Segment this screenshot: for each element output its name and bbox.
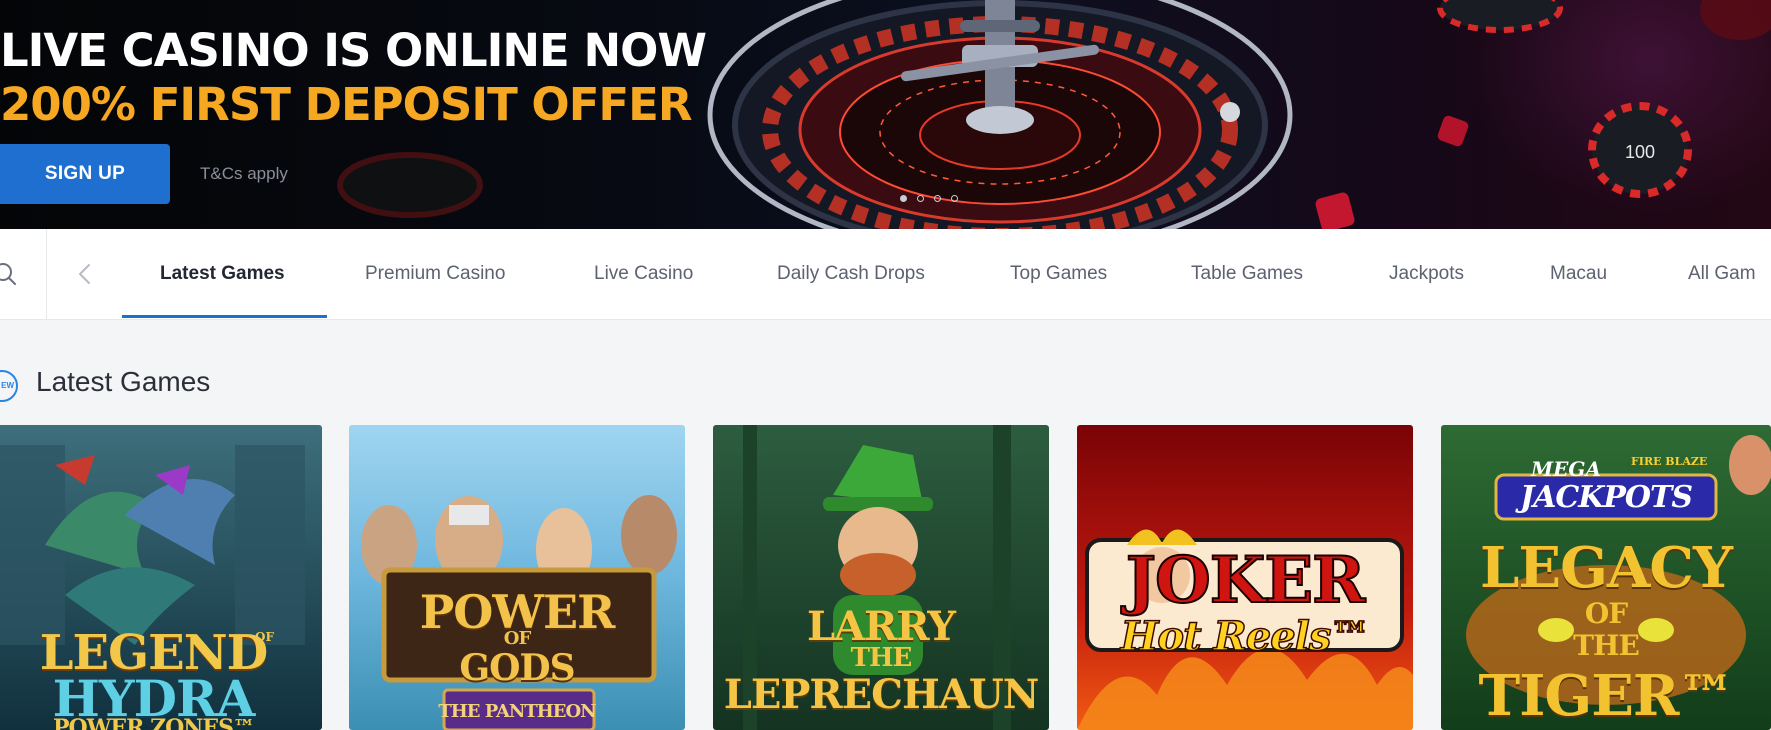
search-icon[interactable] xyxy=(0,259,22,289)
game-brand: MEGA xyxy=(1531,457,1601,481)
game-title-line: JOKER xyxy=(1125,542,1367,619)
game-subtitle: THE PANTHEON xyxy=(438,701,596,722)
nav-divider xyxy=(46,229,47,319)
carousel-dot-3[interactable] xyxy=(934,195,941,202)
category-nav: Latest Games Premium Casino Live Casino … xyxy=(0,229,1771,320)
tab-macau[interactable]: Macau xyxy=(1550,229,1607,319)
game-tile-legend-of-hydra[interactable]: LEGEND OF HYDRA POWER ZONES™ xyxy=(0,425,322,730)
new-badge-icon: EW xyxy=(0,370,18,402)
tab-latest-games[interactable]: Latest Games xyxy=(160,229,285,319)
hero-banner: 100 LIVE CASINO IS ONLINE NOW 200% FIRST… xyxy=(0,0,1771,229)
game-title-line: TIGER™ xyxy=(1478,663,1735,729)
tab-jackpots[interactable]: Jackpots xyxy=(1389,229,1464,319)
tab-premium-casino[interactable]: Premium Casino xyxy=(365,229,505,319)
game-tile-power-of-gods[interactable]: POWER OF GODS THE PANTHEON xyxy=(349,425,685,730)
game-brand: FIRE BLAZE xyxy=(1631,455,1708,468)
terms-link[interactable]: T&Cs apply xyxy=(200,164,288,184)
carousel-dot-2[interactable] xyxy=(917,195,924,202)
game-title-line: THE xyxy=(1573,629,1640,662)
game-tile-joker-hot-reels[interactable]: JOKER Hot Reels™ xyxy=(1077,425,1413,730)
tab-daily-cash-drops[interactable]: Daily Cash Drops xyxy=(777,229,925,319)
carousel-dot-1[interactable] xyxy=(900,195,907,202)
game-title-line: Hot Reels™ xyxy=(1120,612,1371,661)
tab-table-games[interactable]: Table Games xyxy=(1191,229,1303,319)
chip-value: 100 xyxy=(1625,142,1655,162)
game-title-line: LEGACY xyxy=(1480,535,1733,601)
section-title: Latest Games xyxy=(36,366,211,397)
game-title-line: THE xyxy=(850,643,913,673)
game-title-line: JACKPOTS xyxy=(1519,480,1693,515)
game-title-line: OF xyxy=(1584,597,1628,630)
carousel-dots xyxy=(900,195,958,202)
tab-top-games[interactable]: Top Games xyxy=(1010,229,1107,319)
game-tile-larry-the-leprechaun[interactable]: LARRY THE LEPRECHAUN xyxy=(713,425,1049,730)
game-title-line: GODS xyxy=(459,647,575,689)
game-title-line: OF xyxy=(503,628,531,649)
tab-all-games[interactable]: All Gam xyxy=(1688,229,1756,319)
tab-live-casino[interactable]: Live Casino xyxy=(594,229,693,319)
game-title-line: LEPRECHAUN xyxy=(723,671,1040,718)
carousel-dot-4[interactable] xyxy=(951,195,958,202)
game-title-small: OF xyxy=(255,630,274,644)
hero-offer: 200% FIRST DEPOSIT OFFER xyxy=(0,78,693,131)
game-subtitle: POWER ZONES™ xyxy=(52,715,255,730)
sign-up-button[interactable]: SIGN UP xyxy=(0,144,170,204)
chevron-left-icon[interactable] xyxy=(72,261,98,287)
active-tab-indicator xyxy=(122,315,327,318)
game-tile-legacy-of-the-tiger[interactable]: MEGA FIRE BLAZE JACKPOTS LEGACY OF THE T… xyxy=(1441,425,1771,730)
hero-headline: LIVE CASINO IS ONLINE NOW xyxy=(0,24,707,77)
